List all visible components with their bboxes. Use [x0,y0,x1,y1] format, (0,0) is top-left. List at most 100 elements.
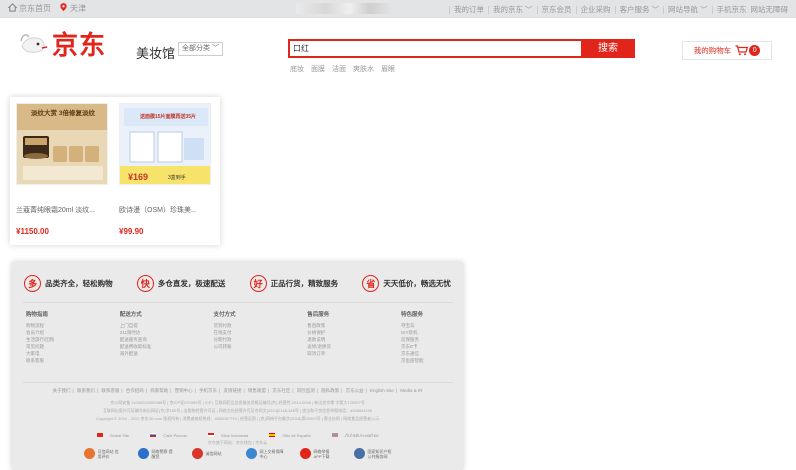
legal-line: Copyright © 2004 - 2022 京东JD.com 版权所有 | … [95,416,380,421]
trust-badges: 可信网站 信用评价 网络警察 提醒您 诚信网站 网上交易保障中心 网络举报 AP… [12,448,463,459]
footer-link[interactable]: English Site [370,388,394,393]
trust-badge[interactable]: 诚信网站 [191,448,230,459]
footer-link[interactable]: 联系客服 [101,388,119,394]
hotword-link[interactable]: 底妆 [290,64,304,74]
site-link[interactable]: Situs Indonesia [203,433,253,438]
help-link[interactable]: 上门自提 [120,322,190,329]
badge-icon [299,448,311,459]
hotword-link[interactable]: 眉眼 [381,64,395,74]
link-my-orders[interactable]: 我的订单 [454,4,484,15]
help-link[interactable]: 配送服务查询 [120,336,190,343]
help-link[interactable]: 会员介绍 [26,329,96,336]
help-link[interactable]: 生活旅行/团购 [26,336,96,343]
help-column-title: 配送方式 [119,312,142,318]
flag-icon [207,433,214,437]
home-link[interactable]: 京东首页 [8,3,51,14]
link-customer-service[interactable]: 客户服务 ﹀ [620,4,660,15]
footer-link[interactable]: 京东社区 [272,388,290,394]
legal-line: 京公网安备 11000002000088号 | 京ICP证070359号 | I… [110,400,365,405]
divider [575,5,577,14]
link-mobile-jd[interactable]: 手机京东 [717,4,747,15]
footer-links: 关于我们 | 联系我们 | 联系客服 | 合作招商 | 商家帮助 | 营销中心 | 手机京东… [52,388,423,394]
site-link[interactable]: Sitio de España [264,433,315,438]
site-link[interactable]: Global Site [92,433,135,438]
help-column-title: 特色服务 [401,312,424,318]
pledge-icon: 省 [362,274,380,292]
help-link[interactable]: DIY装机 [401,329,451,336]
trust-badge[interactable]: 网络举报 APP下载 [299,448,338,459]
badge-icon [191,448,203,459]
service-pledges: 多品类齐全，轻松购物 快多仓直发，极速配送 好正品行货，精致服务 省天天低价，畅… [12,272,463,294]
pledge-icon: 快 [136,274,154,292]
link-accessibility[interactable]: 网站无障碍 [751,4,789,15]
flag-icon [331,433,338,437]
footer-link[interactable]: 友情链接 [223,388,241,394]
footer-link[interactable]: Media & IR [400,388,422,393]
hotword-link[interactable]: 爽肤水 [353,64,374,74]
help-link[interactable]: 京东通信 [401,350,451,357]
trust-badge[interactable]: 可信网站 信用评价 [83,448,122,459]
help-link[interactable]: 取消订单 [307,350,377,357]
all-categories-button[interactable]: 全部分类 ﹀ [178,42,223,56]
footer-link[interactable]: 联系我们 [77,388,95,394]
user-login-area[interactable] [296,3,394,14]
product-name[interactable]: 欧诗漫（OSM）珍珠美... [119,205,213,215]
link-enterprise[interactable]: 企业采购 [581,4,611,15]
trust-badge[interactable]: 网上交易保障中心 [245,448,284,459]
link-jd-member[interactable]: 京东会员 [542,4,572,15]
help-link[interactable]: 在线支付 [214,329,284,336]
location-selector[interactable]: 天津 [59,3,86,14]
help-link[interactable]: 夺宝岛 [401,322,451,329]
help-link[interactable]: 配送费收取标准 [120,343,190,350]
footer-link[interactable]: 营销中心 [175,388,193,394]
footer-link[interactable]: 商家帮助 [150,388,168,394]
footer-link[interactable]: 京东公益 [346,388,364,394]
link-site-nav[interactable]: 网站导航 ﹀ [668,4,708,15]
help-link[interactable]: 售后政策 [307,322,377,329]
help-link[interactable]: 公司转账 [214,343,284,350]
search-input[interactable] [290,41,581,56]
shopping-cart-button[interactable]: 我的购物车 0 [682,41,772,60]
product-image[interactable]: 淡纹大赏 3倍修复淡纹 [16,103,108,185]
link-my-jd[interactable]: 我的京东 ﹀ [493,4,533,15]
divider [663,5,664,14]
top-nav-links: 我的订单 我的京东 ﹀ 京东会员 企业采购 客户服务 ﹀ 网站导航 ﹀ 手机京东 网站… [445,4,788,15]
help-link[interactable]: 常见问题 [26,343,96,350]
trust-badge[interactable]: 网络警察 提醒您 [137,448,176,459]
help-link[interactable]: 延保服务 [401,336,451,343]
help-link[interactable]: 返修/退换货 [307,343,377,350]
flag-icon [96,433,103,437]
help-link[interactable]: 京东E卡 [401,343,451,350]
footer-link[interactable]: 风险监测 [297,388,315,394]
help-link[interactable]: 货到付款 [214,322,284,329]
help-link[interactable]: 海外配送 [120,350,190,357]
search-button[interactable]: 搜索 [581,39,635,58]
footer-link[interactable]: 合作招商 [126,388,144,394]
help-link[interactable]: 京鱼座智能 [401,357,451,364]
jd-logo[interactable]: 京东 [18,25,106,62]
help-link[interactable]: 联系客服 [26,357,96,364]
badge-icon [245,448,257,459]
footer-link[interactable]: 关于我们 [53,388,71,394]
site-link[interactable]: เว็บไซต์ประเทศไทย [327,433,384,438]
svg-text:送面膜15片面膜再送35片: 送面膜15片面膜再送35片 [139,113,196,120]
trust-badge[interactable]: 国家知识产权 公共服务网 [353,448,392,459]
footer-link[interactable]: 手机京东 [199,388,217,394]
help-link[interactable]: 211限时达 [120,329,190,336]
hotword-link[interactable]: 面膜 [311,64,325,74]
help-link[interactable]: 大家电 [26,350,96,357]
footer-link[interactable]: 销售联盟 [248,388,266,394]
help-link[interactable]: 分期付款 [214,336,284,343]
help-link[interactable]: 购物流程 [26,322,96,329]
product-card[interactable]: 淡纹大赏 3倍修复淡纹 兰蔻菁纯眼霜20ml 淡纹... ¥1150.00 [14,103,112,239]
site-link[interactable]: Сайт России [145,433,192,438]
sister-sites-line: 京东旗下网站：京东钱包 | 京东云 [207,440,268,445]
product-card[interactable]: 送面膜15片面膜再送35片 ¥169 3盒到手 欧诗漫（OSM）珍珠美... ¥… [117,103,215,239]
help-link[interactable]: 退款说明 [307,336,377,343]
product-image[interactable]: 送面膜15片面膜再送35片 ¥169 3盒到手 [119,103,211,185]
product-name[interactable]: 兰蔻菁纯眼霜20ml 淡纹... [16,205,110,215]
footer-link[interactable]: 隐私政策 [321,388,339,394]
help-link[interactable]: 价格保护 [307,329,377,336]
help-column-title: 购物指南 [26,312,49,318]
hotword-link[interactable]: 洁面 [332,64,346,74]
